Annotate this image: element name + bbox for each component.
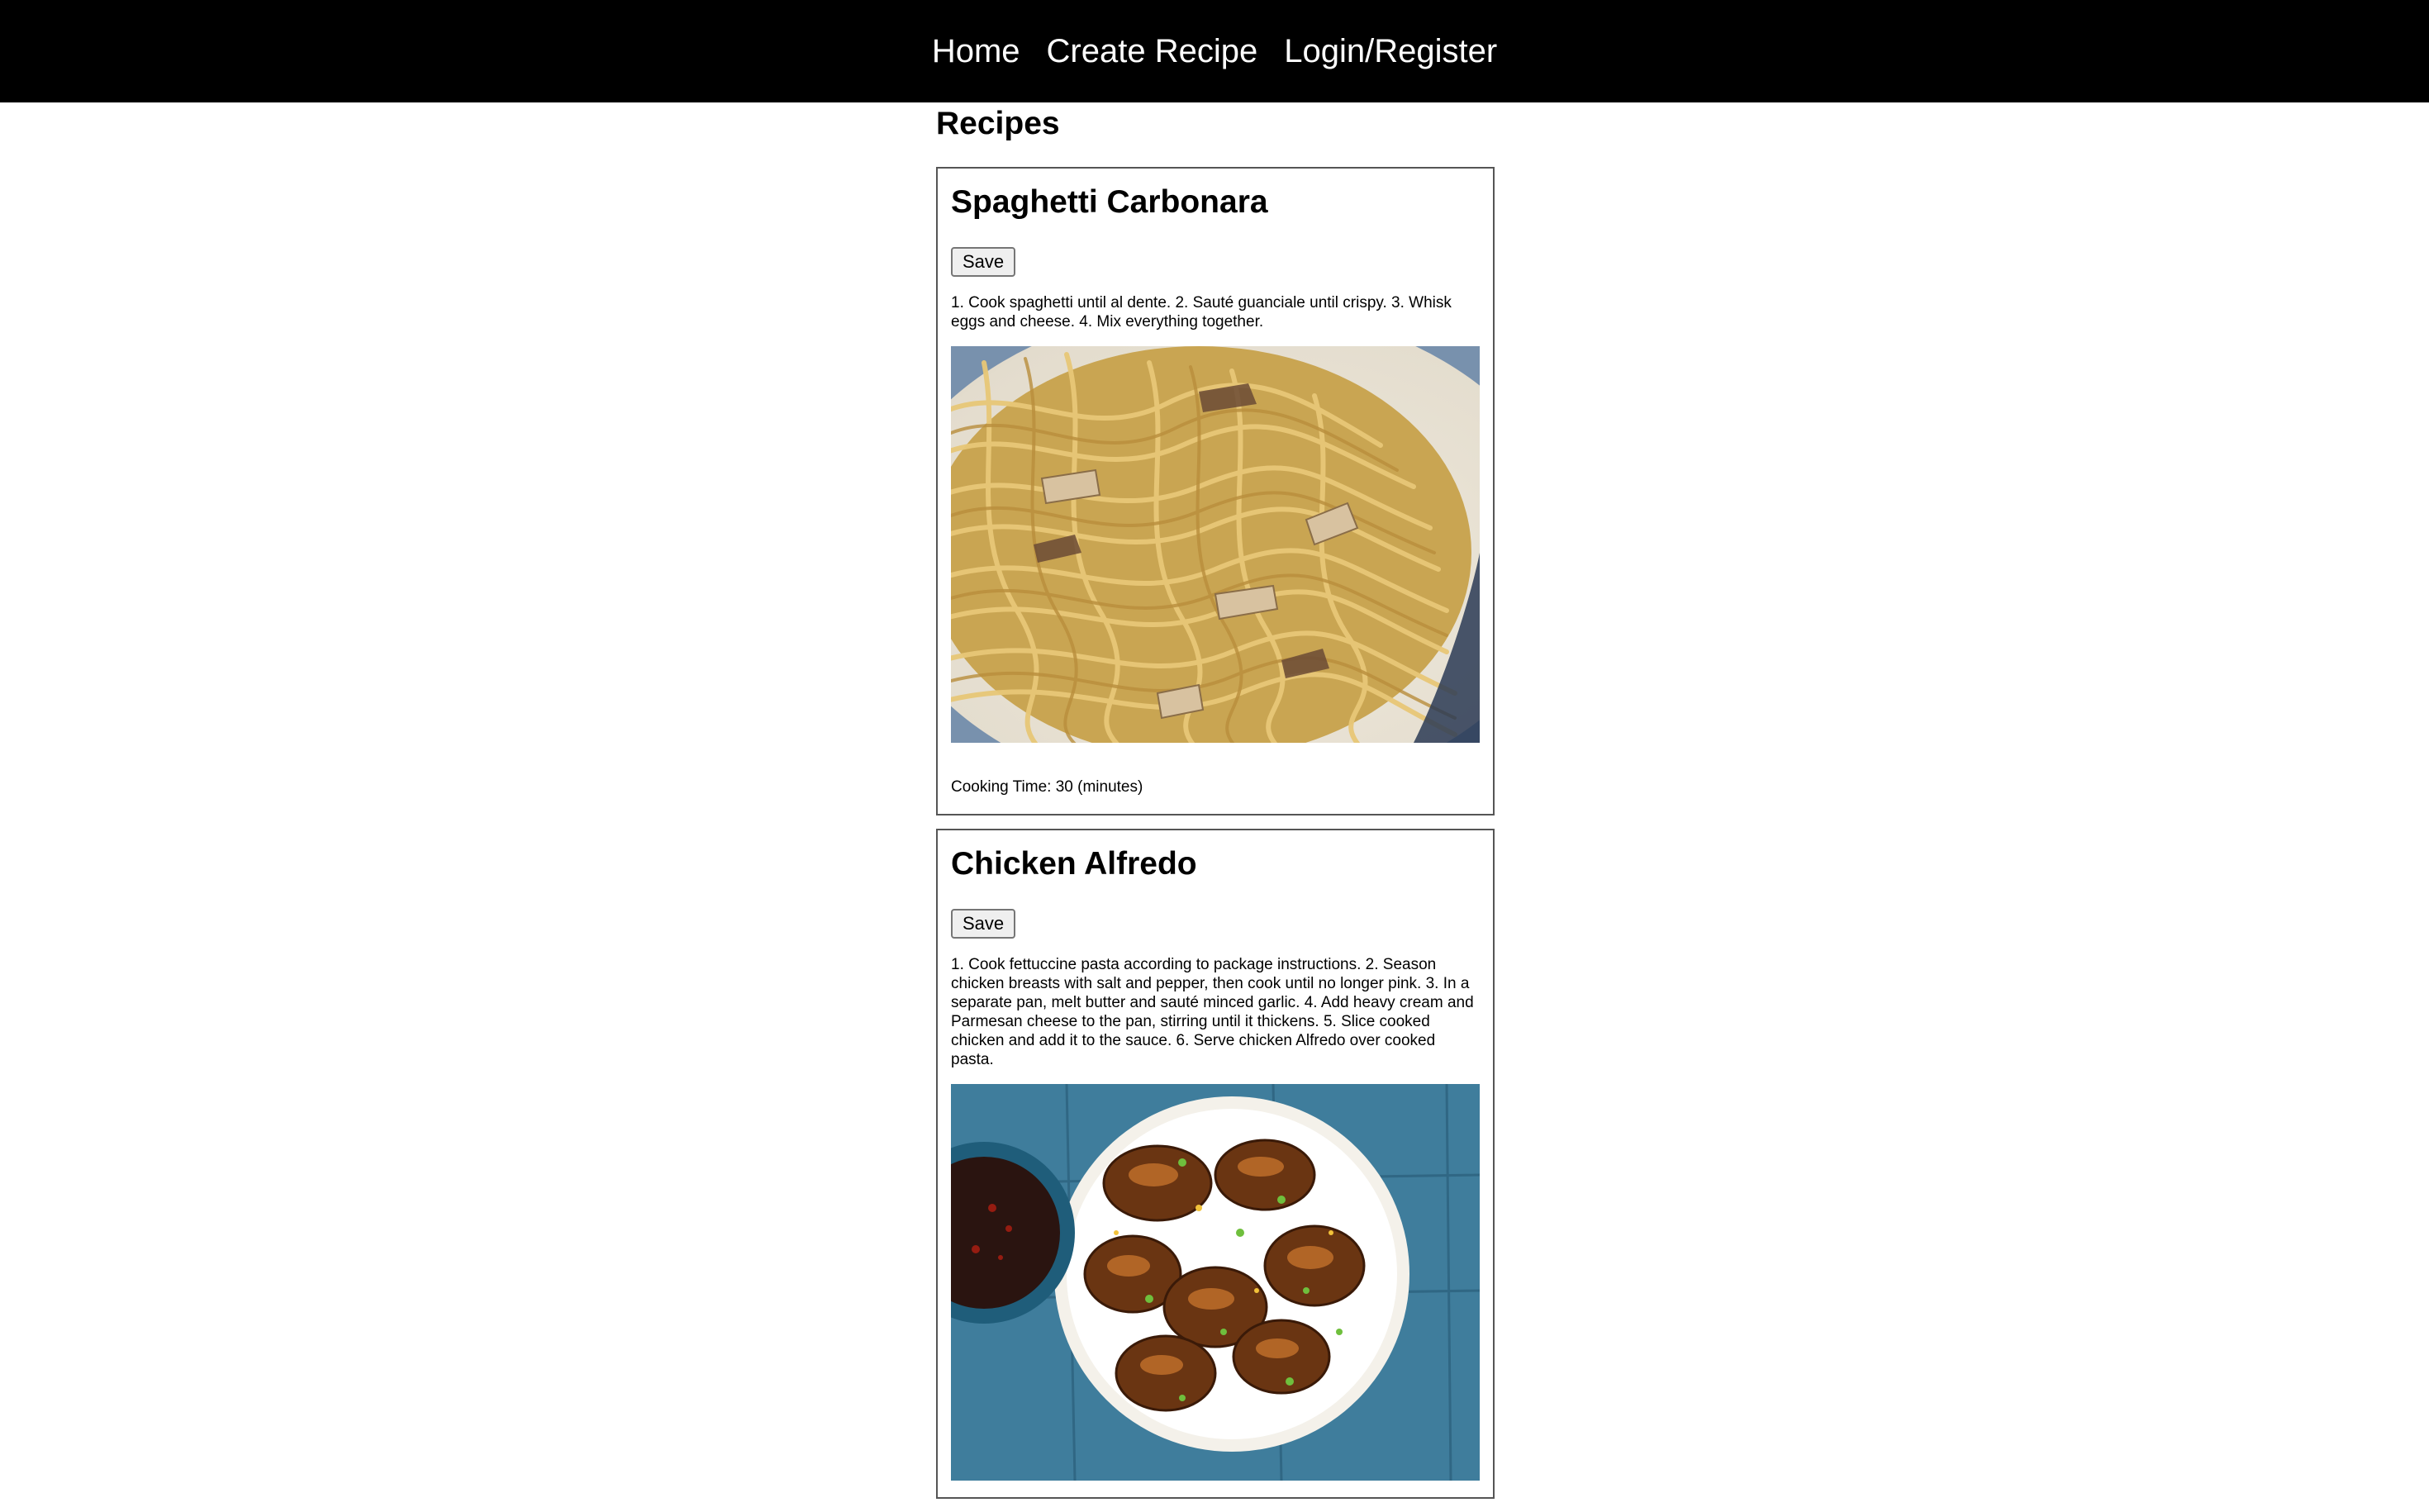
save-recipe-button[interactable]: Save	[951, 909, 1016, 939]
recipe-title: Spaghetti Carbonara	[951, 184, 1268, 220]
recipe-instructions: 1. Cook spaghetti until al dente. 2. Sau…	[951, 294, 1452, 330]
save-recipe-button[interactable]: Save	[951, 247, 1016, 277]
nav-create-recipe-link[interactable]: Create Recipe	[1047, 33, 1258, 70]
nav-login-register-link[interactable]: Login/Register	[1284, 33, 1497, 70]
chicken-photo	[951, 1084, 1480, 1481]
recipe-image-spaghetti-carbonara	[951, 346, 1480, 743]
cooking-time: Cooking Time: 30 (minutes)	[951, 778, 1143, 796]
recipe-image-chicken-alfredo	[951, 1084, 1480, 1481]
page-title: Recipes	[936, 106, 1060, 141]
nav-home-link[interactable]: Home	[932, 33, 1020, 70]
recipes-page: Recipes Spaghetti Carbonara Save 1. Cook…	[936, 102, 1495, 1512]
pasta-photo	[951, 346, 1480, 743]
recipe-instructions: 1. Cook fettuccine pasta according to pa…	[951, 956, 1474, 1068]
recipe-card-spaghetti-carbonara: Spaghetti Carbonara Save 1. Cook spaghet…	[936, 167, 1495, 815]
recipe-card-chicken-alfredo: Chicken Alfredo Save 1. Cook fettuccine …	[936, 829, 1495, 1499]
top-navbar: Home Create Recipe Login/Register	[0, 0, 2429, 102]
recipe-title: Chicken Alfredo	[951, 846, 1197, 882]
